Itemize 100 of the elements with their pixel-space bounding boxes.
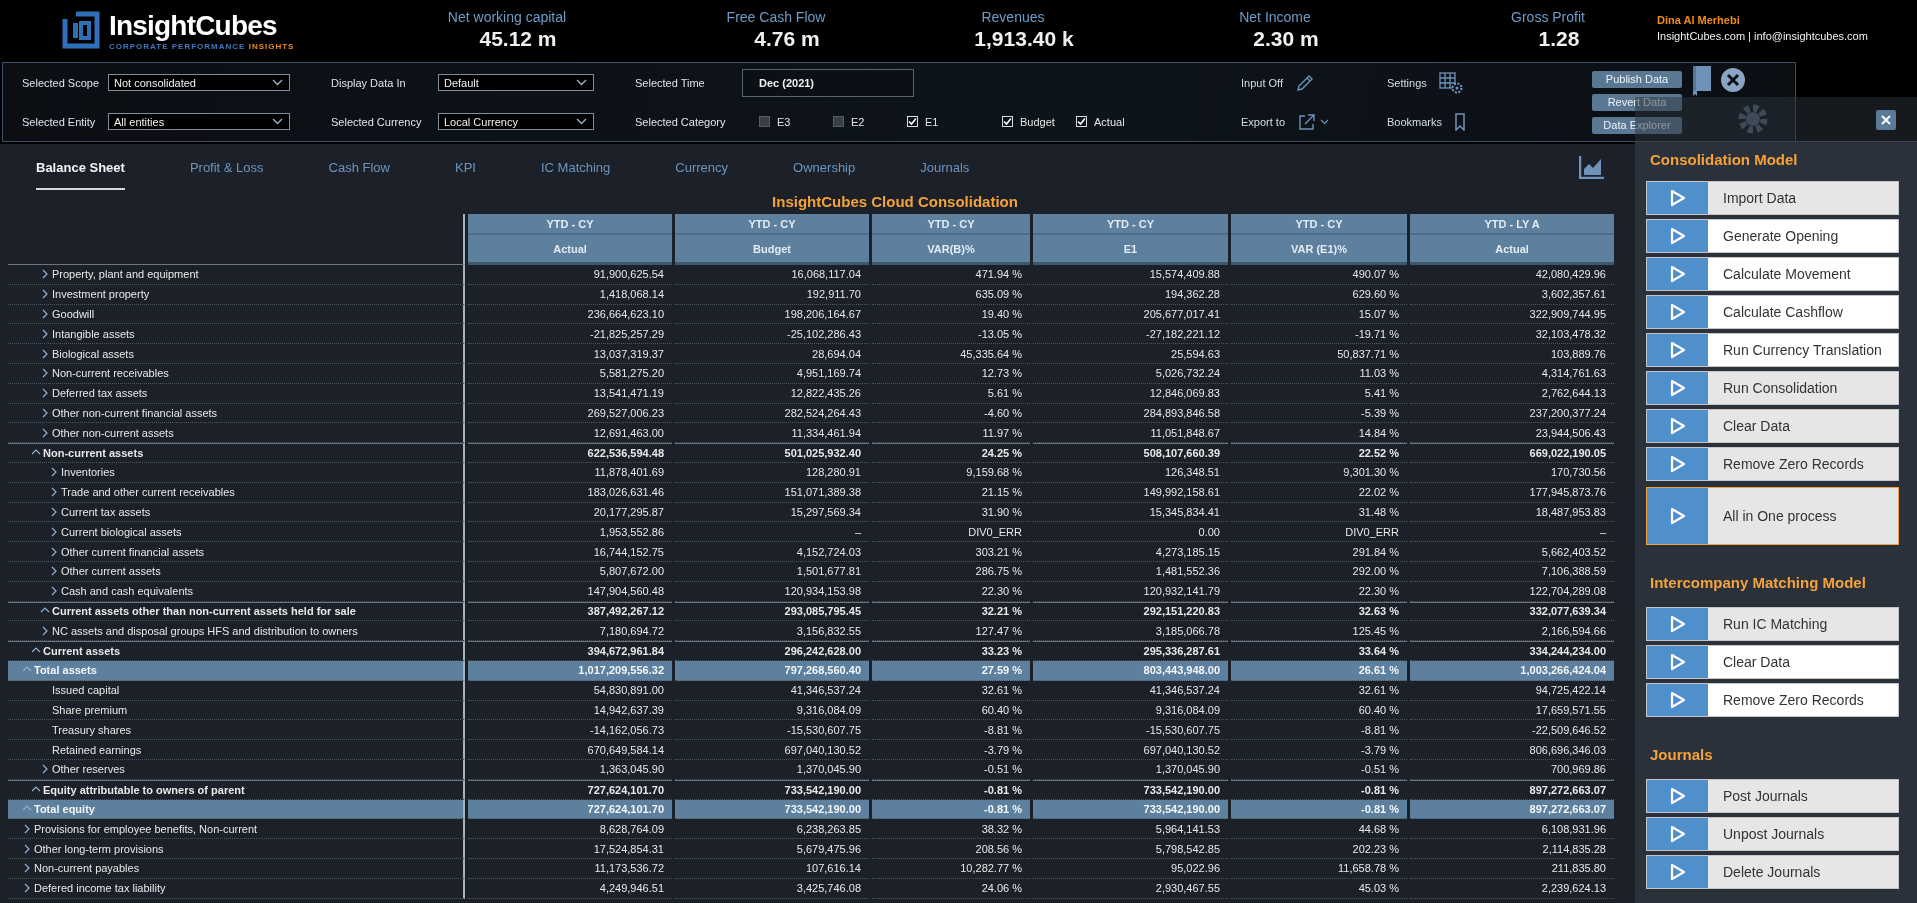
- tab[interactable]: KPI: [455, 144, 476, 190]
- action-button[interactable]: Generate Opening: [1646, 219, 1899, 253]
- table-cell: 5,679,475.96: [675, 839, 869, 859]
- row-label: Property, plant and equipment: [52, 268, 199, 281]
- table-cell: 3,602,357.61: [1410, 284, 1614, 305]
- row-label: Defered income tax liability: [34, 882, 166, 895]
- action-button[interactable]: Calculate Movement: [1646, 257, 1899, 291]
- close-button[interactable]: [1876, 110, 1896, 130]
- tab[interactable]: Profit & Loss: [189, 144, 264, 190]
- dropdown[interactable]: Local Currency: [438, 113, 594, 130]
- action-button[interactable]: Run Consolidation: [1646, 371, 1899, 405]
- action-button[interactable]: Run IC Matching: [1646, 607, 1899, 641]
- kpi-value: 4.76 m: [753, 26, 820, 52]
- expand-icon[interactable]: [40, 269, 50, 280]
- book-icon[interactable]: [1690, 65, 1712, 97]
- action-button[interactable]: Run Currency Translation: [1646, 333, 1899, 367]
- expand-icon[interactable]: [49, 506, 59, 517]
- table-cell: 151,071,389.38: [675, 482, 869, 503]
- expand-icon[interactable]: [40, 368, 50, 379]
- column-header: YTD - CY: [468, 214, 672, 235]
- chart-icon[interactable]: [1579, 155, 1605, 179]
- table-cell: 94,725,422.14: [1410, 680, 1614, 701]
- table-cell: 670,649,584.14: [468, 740, 672, 760]
- data-button[interactable]: Publish Data: [1592, 70, 1682, 88]
- expand-icon[interactable]: [49, 546, 59, 557]
- tab[interactable]: Balance Sheet: [36, 144, 125, 190]
- kpi-label: Net Income: [1239, 8, 1311, 26]
- expand-icon[interactable]: [40, 407, 50, 418]
- expand-icon[interactable]: [40, 625, 50, 636]
- expand-icon[interactable]: [40, 348, 50, 359]
- expand-icon[interactable]: [22, 883, 32, 894]
- close-icon[interactable]: [1720, 67, 1746, 93]
- table-cell: -27,182,221.12: [1033, 324, 1228, 345]
- tab[interactable]: Cash Flow: [328, 144, 390, 190]
- export-icon[interactable]: [1297, 111, 1318, 132]
- table-cell: 727,624,101.70: [468, 779, 672, 800]
- expand-icon[interactable]: [22, 823, 32, 834]
- grid-gear-icon[interactable]: [1438, 71, 1463, 94]
- table-cell: 5,581,275.20: [468, 364, 672, 384]
- data-button[interactable]: Data Explorer: [1592, 116, 1682, 134]
- action-button[interactable]: Import Data: [1646, 181, 1899, 215]
- user-contact: InsightCubes.com | info@insightcubes.com: [1657, 30, 1869, 42]
- expand-icon[interactable]: [40, 309, 50, 319]
- action-button[interactable]: Clear Data: [1646, 645, 1899, 679]
- action-button[interactable]: Remove Zero Records: [1646, 447, 1899, 481]
- expand-icon[interactable]: [40, 328, 50, 339]
- column-header: YTD - CY: [1231, 214, 1407, 235]
- kpi-value: 45.12 m: [478, 26, 557, 52]
- table-cell: -15,530,607.75: [675, 720, 869, 741]
- action-button[interactable]: All in One process: [1646, 487, 1899, 545]
- tab[interactable]: Currency: [675, 144, 729, 190]
- expand-icon[interactable]: [49, 487, 59, 498]
- checkbox[interactable]: [759, 116, 770, 127]
- data-button[interactable]: Revert Data: [1592, 93, 1682, 111]
- table-cell: 25,594.63: [1033, 344, 1228, 364]
- table-cell: 5,798,542.85: [1033, 839, 1228, 859]
- table-cell: 194,362.28: [1033, 284, 1228, 305]
- table-cell: 60.40 %: [1231, 700, 1407, 721]
- expand-icon[interactable]: [22, 843, 32, 854]
- action-button[interactable]: Delete Journals: [1646, 855, 1899, 889]
- row-label: Current biological assets: [61, 525, 182, 538]
- expand-icon[interactable]: [49, 586, 59, 597]
- tab[interactable]: Journals: [920, 144, 970, 190]
- dropdown[interactable]: Not consolidated: [108, 74, 290, 91]
- table-cell: 22.02 %: [1231, 482, 1407, 503]
- expand-icon[interactable]: [49, 566, 59, 577]
- field-label: Selected Time: [635, 76, 706, 89]
- dropdown[interactable]: All entities: [108, 113, 290, 130]
- table-cell: 697,040,130.52: [1033, 740, 1228, 760]
- action-button[interactable]: Clear Data: [1646, 409, 1899, 443]
- expand-icon[interactable]: [22, 863, 32, 874]
- expand-icon[interactable]: [40, 388, 50, 399]
- expand-icon[interactable]: [40, 427, 50, 438]
- table-cell: 6,108,931.96: [1410, 819, 1614, 840]
- dropdown[interactable]: Default: [438, 74, 594, 91]
- table-cell: 622,536,594.48: [468, 443, 672, 463]
- table-cell: 291.84 %: [1231, 542, 1407, 562]
- action-button[interactable]: Post Journals: [1646, 779, 1899, 813]
- table-cell: 44.68 %: [1231, 819, 1407, 840]
- checkbox[interactable]: [833, 116, 844, 127]
- table-cell: 15,297,569.34: [675, 502, 869, 523]
- chevron-down-icon[interactable]: [1320, 118, 1330, 125]
- table-cell: 1,017,209,556.32: [468, 660, 672, 681]
- play-icon: [1669, 227, 1686, 245]
- table-cell: 897,272,663.07: [1410, 799, 1614, 820]
- table-cell: 127.47 %: [872, 621, 1030, 642]
- expand-icon[interactable]: [40, 289, 50, 300]
- time-field[interactable]: Dec (2021): [742, 68, 914, 97]
- expand-icon[interactable]: [40, 764, 50, 775]
- action-button[interactable]: Remove Zero Records: [1646, 683, 1899, 717]
- expand-icon[interactable]: [49, 467, 59, 478]
- tab[interactable]: IC Matching: [540, 144, 611, 190]
- bookmark-icon[interactable]: [1454, 112, 1467, 131]
- action-button[interactable]: Unpost Journals: [1646, 817, 1899, 851]
- action-button[interactable]: Calculate Cashflow: [1646, 295, 1899, 329]
- table-cell: 41,346,537.24: [675, 680, 869, 701]
- tab[interactable]: Ownership: [793, 144, 856, 190]
- table-cell: 23,944,506.43: [1410, 423, 1614, 444]
- expand-icon[interactable]: [49, 526, 59, 537]
- table-cell: 9,316,084.09: [675, 700, 869, 721]
